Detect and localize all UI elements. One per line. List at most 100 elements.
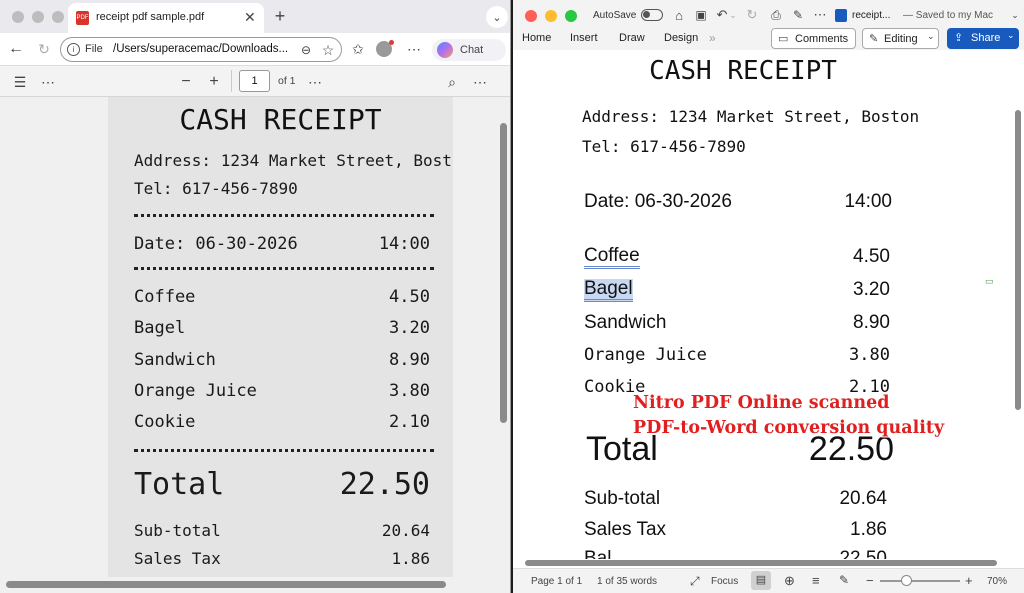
undo-dropdown-icon[interactable]: ⌄ — [727, 6, 739, 24]
pdf-toolbar: ☰ ⋯ − + 1 of 1 ⋯ ⌕ ⋯ — [0, 66, 510, 97]
minimize-window-button[interactable] — [32, 11, 44, 23]
toolbar-more-icon[interactable]: ⋯ — [38, 72, 58, 92]
comments-button[interactable]: ▭ Comments — [771, 28, 856, 49]
url-scheme: File — [85, 43, 103, 55]
word-doc-icon — [835, 9, 847, 22]
editing-label: Editing — [884, 33, 918, 45]
receipt-item-row: Sandwich 8.90 — [134, 350, 430, 370]
receipt-tax-row: Sales Tax 1.86 — [134, 549, 430, 568]
outline-icon[interactable]: ≡ — [812, 573, 820, 588]
dotted-divider — [134, 214, 434, 217]
item-name: Coffee — [134, 287, 196, 307]
zoom-level[interactable]: 70% — [987, 576, 1007, 587]
doc-title-text: CASH RECEIPT — [649, 56, 837, 86]
vertical-scrollbar[interactable] — [1015, 110, 1021, 410]
horizontal-scrollbar[interactable] — [6, 581, 446, 588]
new-tab-icon[interactable]: + — [270, 6, 290, 26]
item-name: Bagel — [134, 318, 186, 338]
info-icon[interactable]: i — [67, 43, 80, 56]
scanned-receipt-page: CASH RECEIPT Address: 1234 Market Street… — [108, 97, 453, 577]
more-menu-icon[interactable]: ⋯ — [405, 40, 423, 58]
tab-design[interactable]: Design — [664, 32, 698, 44]
tab-home[interactable]: Home — [522, 32, 551, 44]
saved-status: — Saved to my Mac — [903, 10, 994, 21]
contents-list-icon[interactable]: ☰ — [10, 72, 30, 92]
pencil-icon: ✎ — [869, 33, 879, 45]
zoom-out-icon[interactable]: − — [866, 573, 874, 588]
doc-item-price: 4.50 — [853, 246, 890, 267]
favorites-icon[interactable]: ✩ — [349, 40, 367, 58]
zoom-in-button[interactable]: + — [204, 72, 224, 92]
zoom-slider-thumb[interactable] — [901, 575, 912, 586]
more-commands-icon[interactable]: ⋯ — [811, 6, 829, 24]
tab-draw[interactable]: Draw — [619, 32, 645, 44]
dotted-divider — [134, 267, 434, 270]
item-name: Orange Juice — [134, 381, 257, 401]
dotted-divider — [134, 449, 434, 452]
subtotal-value: 20.64 — [381, 521, 430, 540]
minimize-window-button[interactable] — [545, 10, 557, 22]
close-window-button[interactable] — [525, 10, 537, 22]
doc-tax-value: 1.86 — [850, 519, 887, 540]
word-document-canvas[interactable]: CASH RECEIPT Address: 1234 Market Street… — [513, 50, 1024, 559]
refresh-icon[interactable]: ↻ — [34, 39, 54, 59]
comment-marker-icon[interactable]: ▭ — [985, 276, 994, 287]
item-price: 4.50 — [389, 287, 430, 307]
url-field[interactable]: i File /Users/superacemac/Downloads... ⊖… — [60, 37, 342, 62]
favorite-star-icon[interactable]: ☆ — [319, 41, 337, 59]
focus-icon[interactable]: ⤢ — [690, 574, 700, 589]
horizontal-scrollbar[interactable] — [525, 560, 997, 566]
doc-title[interactable]: receipt... — [852, 10, 890, 21]
settings-more-icon[interactable]: ⋯ — [470, 72, 490, 92]
editing-chevron-icon: ⌄ — [927, 31, 935, 41]
doc-tel: Tel: 617-456-7890 — [582, 137, 746, 156]
print-layout-icon[interactable]: ▤ — [751, 571, 771, 590]
page-count[interactable]: Page 1 of 1 — [531, 576, 582, 587]
vertical-scrollbar[interactable] — [500, 123, 507, 423]
page-number-input[interactable]: 1 — [239, 70, 270, 92]
home-icon[interactable]: ⌂ — [670, 6, 688, 24]
share-button[interactable]: ⇪ Share ⌄ — [947, 28, 1019, 49]
receipt-time: 14:00 — [378, 234, 430, 254]
word-status-bar: Page 1 of 1 1 of 35 words ⤢ Focus ▤ ⊕ ≡ … — [513, 568, 1024, 593]
title-dropdown-icon[interactable]: ⌄ — [1009, 7, 1021, 23]
zoom-out-button[interactable]: − — [176, 72, 196, 92]
redo-icon[interactable]: ↻ — [743, 6, 761, 24]
doc-item-name-selected[interactable]: Bagel — [584, 279, 633, 302]
edit-icon[interactable]: ✎ — [789, 6, 807, 24]
total-value: 22.50 — [339, 467, 430, 502]
draft-icon[interactable]: ✎ — [839, 573, 849, 587]
pdf-file-icon: PDF — [76, 11, 89, 25]
zoom-icon[interactable]: ⊖ — [297, 41, 315, 59]
doc-item-name-flagged[interactable]: Coffee — [584, 246, 640, 269]
print-icon[interactable]: ⎙ — [767, 6, 785, 24]
search-icon[interactable]: ⌕ — [442, 72, 462, 92]
word-title-bar: AutoSave ⌂ ▣ ↶ ⌄ ↻ ⎙ ✎ ⋯ receipt... — Sa… — [513, 0, 1024, 30]
receipt-total-row: Total 22.50 — [134, 467, 430, 502]
doc-item-row: Coffee 4.50 — [584, 246, 890, 269]
pdf-viewer-area[interactable]: CASH RECEIPT Address: 1234 Market Street… — [0, 97, 510, 593]
annotation-line: Nitro PDF Online scanned — [633, 393, 890, 413]
word-count[interactable]: 1 of 35 words — [597, 576, 657, 587]
copilot-chat-button[interactable]: Chat — [432, 39, 506, 61]
more-tabs-chevron-icon[interactable]: » — [709, 31, 716, 45]
editing-mode-button[interactable]: ✎ Editing ⌄ — [862, 28, 939, 49]
save-icon[interactable]: ▣ — [692, 6, 710, 24]
back-arrow-icon[interactable]: ← — [6, 39, 26, 59]
view-more-icon[interactable]: ⋯ — [305, 72, 325, 92]
focus-label[interactable]: Focus — [711, 576, 738, 587]
zoom-in-icon[interactable]: + — [965, 573, 973, 588]
tab-receipt-pdf[interactable]: PDF receipt pdf sample.pdf ✕ — [68, 3, 264, 33]
autosave-toggle[interactable] — [641, 9, 663, 21]
close-window-button[interactable] — [12, 11, 24, 23]
tab-list-chevron-icon[interactable]: ⌄ — [486, 6, 508, 28]
receipt-date-row: Date: 06-30-2026 14:00 — [134, 234, 430, 254]
tab-insert[interactable]: Insert — [570, 32, 598, 44]
zoom-slider[interactable] — [880, 580, 960, 582]
doc-item-name: Sandwich — [584, 312, 667, 333]
zoom-window-button[interactable] — [52, 11, 64, 23]
close-tab-icon[interactable]: ✕ — [244, 9, 256, 26]
web-layout-icon[interactable]: ⊕ — [784, 573, 795, 589]
zoom-window-button[interactable] — [565, 10, 577, 22]
copilot-icon — [437, 42, 453, 58]
